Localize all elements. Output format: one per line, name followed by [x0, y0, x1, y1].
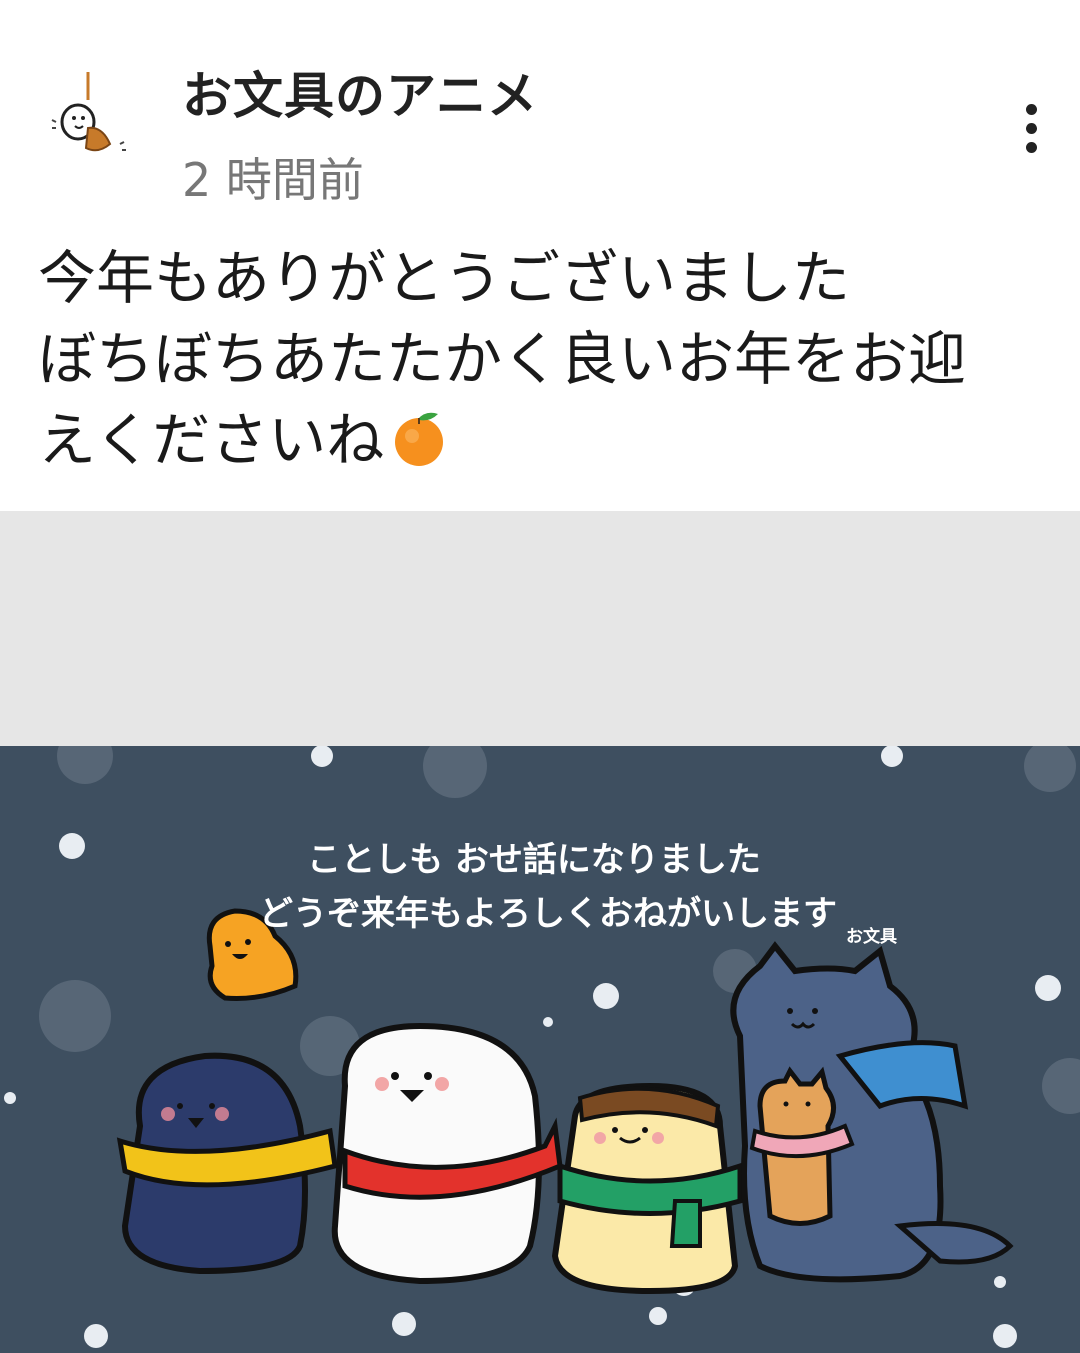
post-text-line: ぼちぼちあたたかく良いお年をお迎 [38, 325, 967, 393]
post-body-text: 今年もありがとうございました ぼちぼちあたたかく良いお年をお迎 えくださいね [38, 238, 1048, 481]
illustration-message-line: どうぞ来年もよろしくおねがいします [259, 894, 837, 934]
post-text-line: 今年もありがとうございました [38, 244, 851, 312]
post-card: お文具のアニメ 2 時間前 今年もありがとうございました ぼちぼちあたたかく良い… [0, 0, 1080, 1353]
channel-name[interactable]: お文具のアニメ [182, 56, 538, 128]
illustration-signature: お文具 [846, 927, 897, 947]
post-header: お文具のアニメ 2 時間前 [0, 0, 1080, 220]
post-text-line-with-emoji: えくださいね [38, 400, 1048, 481]
post-text-line: えくださいね [38, 406, 385, 474]
tangerine-icon [395, 412, 444, 466]
channel-avatar[interactable] [42, 70, 136, 164]
more-options-icon[interactable] [1008, 98, 1056, 160]
post-image[interactable]: ことしも おせ話になりました どうぞ来年もよろしくおねがいします お文具 [0, 746, 1080, 1353]
post-timestamp: 2 時間前 [182, 153, 364, 207]
media-placeholder [0, 511, 1080, 746]
illustration-message-line: ことしも おせ話になりました [307, 840, 761, 880]
